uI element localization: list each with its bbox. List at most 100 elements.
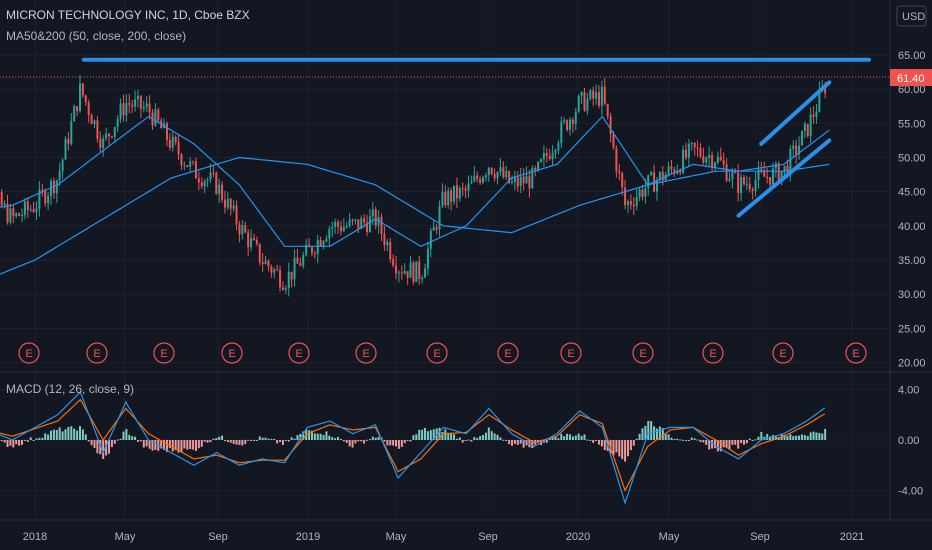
candle-body: [418, 261, 421, 280]
candle-body: [803, 123, 806, 131]
macd-histogram-bar: [505, 440, 508, 441]
candle-body: [467, 183, 470, 191]
candle-body: [699, 148, 702, 157]
macd-histogram-bar: [699, 440, 702, 443]
macd-histogram-bar: [757, 436, 760, 440]
header: MICRON TECHNOLOGY INC, 1D, Cboe BZX MA50…: [6, 8, 250, 396]
candle-body: [731, 172, 734, 180]
candle-body: [713, 162, 716, 168]
candle-body: [522, 176, 525, 184]
candle-body: [281, 287, 284, 290]
macd-histogram-bar: [32, 440, 35, 441]
candle-body: [511, 181, 514, 183]
candle-body: [740, 176, 743, 194]
macd-histogram-bar: [664, 434, 667, 440]
candle-body: [209, 172, 212, 180]
candle-body: [745, 183, 748, 185]
candle-body: [183, 165, 186, 167]
candle-body: [70, 121, 73, 144]
macd-histogram-bar: [444, 429, 447, 440]
macd-histogram-bar: [52, 429, 55, 440]
candle-body: [734, 172, 737, 174]
macd-histogram-bar: [113, 440, 116, 444]
time-tick-label: 2018: [23, 531, 47, 543]
macd-histogram-bar: [87, 440, 90, 442]
earnings-markers[interactable]: EEEEEEEEEEEEE: [18, 342, 867, 364]
candle-body: [15, 213, 18, 217]
candle-body: [482, 177, 485, 183]
macd-histogram-bar: [383, 440, 386, 442]
chart-canvas[interactable]: EEEEEEEEEEEEE 65.0060.0055.0050.0045.004…: [0, 0, 932, 550]
candle-body: [792, 145, 795, 150]
candle-body: [67, 138, 70, 144]
macd-histogram-bar: [81, 429, 84, 440]
candle-body: [763, 171, 766, 177]
macd-histogram-bar: [479, 435, 482, 440]
macd-histogram-bar: [96, 440, 99, 454]
macd-histogram-bar: [9, 440, 12, 446]
macd-histogram-bar: [490, 431, 493, 440]
candle-body: [371, 209, 374, 217]
candle-body: [618, 171, 621, 173]
macd-histogram-bar: [64, 429, 67, 440]
candle-body: [473, 175, 476, 182]
candle-body: [424, 268, 427, 278]
macd-histogram-bar: [61, 431, 64, 440]
macd-histogram-bar: [682, 439, 685, 441]
candle-body: [122, 103, 125, 116]
candle-body: [800, 130, 803, 146]
candle-body: [438, 206, 441, 230]
macd-histogram-bar: [313, 433, 316, 440]
macd-histogram-bar: [487, 427, 490, 440]
macd-histogram-bar: [389, 440, 392, 446]
macd-histogram-bar: [279, 440, 282, 443]
macd-histogram-bar: [513, 440, 516, 444]
macd-histogram-bar: [806, 435, 809, 440]
macd-histogram-bar: [786, 435, 789, 440]
candle-body: [287, 271, 290, 289]
macd-histogram-bar: [409, 440, 412, 442]
candle-body: [641, 189, 644, 197]
candle-body: [516, 177, 519, 187]
macd-histogram-bar: [235, 440, 238, 445]
candle-body: [99, 138, 102, 148]
candle-body: [337, 222, 340, 227]
earnings-label: E: [93, 348, 100, 360]
candle-body: [742, 176, 745, 185]
macd-histogram-bar: [3, 440, 6, 443]
candle-body: [470, 181, 473, 184]
macd-histogram-bar: [470, 440, 473, 442]
macd-histogram-bar: [73, 428, 76, 440]
macd-histogram-bar: [206, 440, 209, 443]
candle-body: [534, 168, 537, 171]
moving-averages: [0, 115, 830, 275]
candle-body: [136, 95, 139, 100]
candle-body: [461, 187, 464, 189]
macd-histogram-bar: [571, 436, 574, 440]
candle-body: [157, 109, 160, 121]
candle-body: [397, 272, 400, 274]
candle-body: [21, 215, 24, 217]
candle-body: [795, 145, 798, 155]
candle-body: [815, 111, 818, 117]
macd-histogram-bar: [603, 440, 606, 451]
macd-histogram-bar: [351, 440, 354, 448]
earnings-label: E: [639, 348, 646, 360]
candle-body: [458, 187, 461, 199]
macd-histogram-bar: [731, 440, 734, 445]
earnings-label: E: [709, 348, 716, 360]
candle-body: [632, 204, 635, 207]
macd-histogram-bar: [493, 433, 496, 440]
candle-body: [351, 219, 354, 221]
macd-histogram-bar: [673, 438, 676, 440]
candle-body: [615, 148, 618, 172]
macd-histogram-bar: [395, 440, 398, 447]
macd-histogram-bar: [447, 433, 450, 440]
candle-body: [313, 253, 316, 255]
candle-body: [609, 116, 612, 134]
macd-histogram-bar: [693, 438, 696, 440]
earnings-label: E: [160, 348, 167, 360]
candle-body: [748, 183, 751, 190]
macd-histogram-bar: [421, 429, 424, 440]
currency-button[interactable]: USD: [896, 5, 927, 27]
